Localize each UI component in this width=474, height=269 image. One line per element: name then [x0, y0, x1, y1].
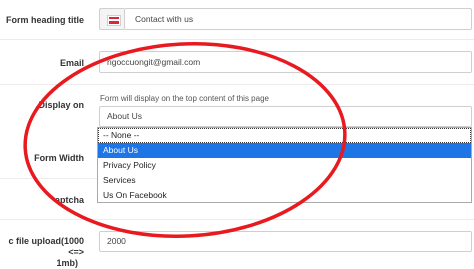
dropdown-option-privacy-policy[interactable]: Privacy Policy — [98, 158, 471, 173]
row-divider — [0, 178, 97, 179]
display-on-hint: Form will display on the top content of … — [100, 94, 269, 103]
captcha-label: aptcha — [54, 195, 84, 205]
display-on-label: Display on — [38, 100, 84, 110]
dropdown-option-about-us[interactable]: About Us — [98, 143, 471, 158]
file-upload-label-line1: c file upload(1000 <=> — [8, 236, 84, 257]
row-divider — [0, 219, 474, 220]
form-heading-title-input[interactable]: Contact with us — [124, 8, 472, 30]
email-value: ngoccuongit@gmail.com — [107, 57, 201, 67]
form-heading-title-value: Contact with us — [135, 14, 194, 24]
dropdown-option-us-on-facebook[interactable]: Us On Facebook — [98, 188, 471, 203]
dropdown-option-services[interactable]: Services — [98, 173, 471, 188]
email-label: Email — [59, 58, 84, 68]
form-width-label: Form Width — [34, 153, 84, 163]
file-upload-label: c file upload(1000 <=> 1mb) — [0, 236, 84, 269]
display-on-dropdown-list[interactable]: -- None -- About Us Privacy Policy Servi… — [97, 127, 472, 203]
display-on-selected-value: About Us — [107, 111, 142, 121]
row-divider — [0, 39, 474, 40]
language-flag-button[interactable] — [99, 8, 124, 30]
file-upload-size-value: 2000 — [107, 236, 126, 246]
row-divider — [0, 84, 474, 85]
dropdown-option-none[interactable]: -- None -- — [98, 128, 471, 143]
file-upload-size-input[interactable]: 2000 — [99, 231, 472, 252]
email-input[interactable]: ngoccuongit@gmail.com — [99, 51, 472, 73]
form-heading-title-label: Form heading title — [5, 15, 84, 25]
display-on-select[interactable]: About Us — [99, 106, 472, 127]
flag-icon — [108, 16, 120, 25]
